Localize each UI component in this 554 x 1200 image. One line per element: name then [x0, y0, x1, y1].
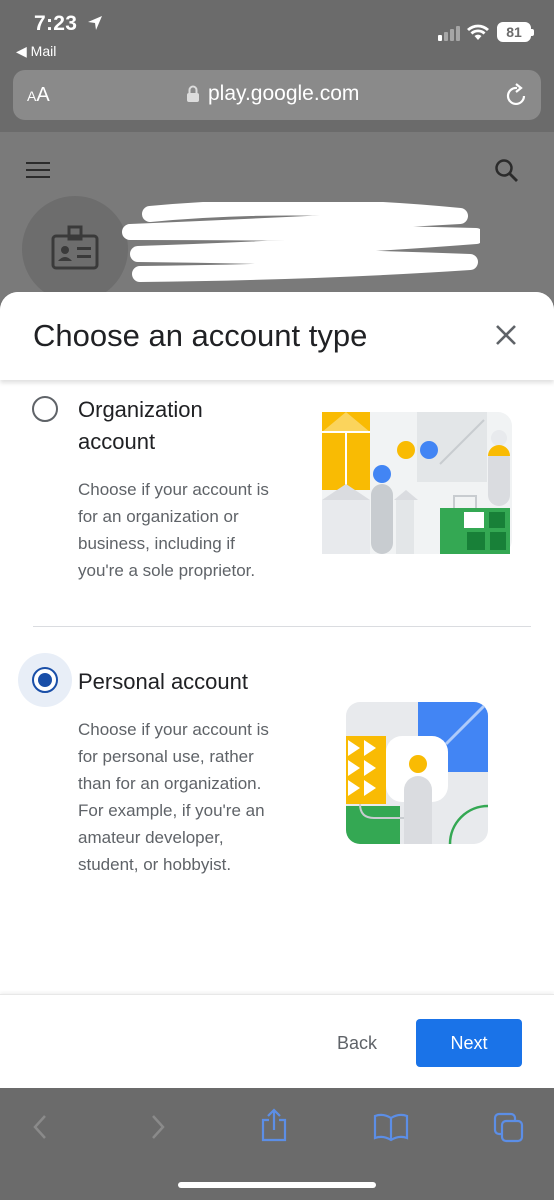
avatar: [22, 196, 128, 302]
signal-icon: [438, 26, 460, 41]
organization-title-line1: Organization: [78, 397, 203, 422]
personal-desc-line: student, or hobbyist.: [78, 855, 232, 874]
menu-icon[interactable]: [26, 162, 50, 183]
reload-icon[interactable]: [505, 82, 529, 108]
personal-radio[interactable]: [32, 667, 58, 693]
close-icon[interactable]: [493, 322, 519, 348]
share-icon[interactable]: [259, 1108, 289, 1142]
battery-icon: 81: [497, 22, 534, 42]
search-icon[interactable]: [494, 158, 520, 184]
personal-desc-line: amateur developer,: [78, 828, 224, 847]
sheet-footer: Back Next: [0, 994, 554, 1088]
organization-desc-line: you're a sole proprietor.: [78, 561, 256, 580]
back-button[interactable]: Back: [318, 1019, 396, 1067]
status-bar: 7:23 ◀ Mail 81: [0, 0, 554, 64]
back-to-app-link[interactable]: ◀ Mail: [16, 43, 56, 60]
url-display[interactable]: play.google.com: [186, 82, 359, 106]
organization-desc-line: business, including if: [78, 534, 235, 553]
url-text: play.google.com: [208, 82, 360, 105]
personal-account-option[interactable]: Personal account Choose if your account …: [0, 652, 554, 892]
text-size-button[interactable]: AA: [27, 84, 50, 107]
account-type-sheet: Choose an account type Organization acco…: [0, 292, 554, 1088]
text-size-small: A: [27, 88, 37, 104]
personal-illustration: [346, 702, 488, 844]
address-bar[interactable]: AA play.google.com: [13, 70, 541, 120]
page-background: [0, 132, 554, 302]
organization-description: Choose if your account is for an organiz…: [78, 476, 269, 584]
tabs-icon[interactable]: [493, 1112, 525, 1144]
sheet-header: Choose an account type: [0, 292, 554, 380]
organization-illustration: [322, 412, 512, 554]
location-arrow-icon: [88, 16, 102, 30]
status-time: 7:23: [34, 12, 78, 35]
redaction-scribble: [122, 202, 480, 282]
organization-account-option[interactable]: Organization account Choose if your acco…: [0, 390, 554, 626]
browser-address-area: AA play.google.com: [0, 64, 554, 132]
personal-desc-line: than for an organization.: [78, 774, 262, 793]
personal-desc-line: Choose if your account is: [78, 720, 269, 739]
next-button[interactable]: Next: [416, 1019, 522, 1067]
organization-title: Organization account: [78, 394, 203, 458]
options-divider: [33, 626, 531, 627]
personal-desc-line: for personal use, rather: [78, 747, 254, 766]
personal-desc-line: For example, if you're an: [78, 801, 265, 820]
browser-toolbar: [0, 1088, 554, 1200]
organization-desc-line: for an organization or: [78, 507, 239, 526]
back-app-label: Mail: [30, 43, 57, 59]
organization-desc-line: Choose if your account is: [78, 480, 269, 499]
lock-icon: [187, 85, 199, 102]
forward-nav-icon[interactable]: [148, 1112, 168, 1142]
text-size-large: A: [36, 84, 50, 106]
bookmarks-icon[interactable]: [373, 1112, 409, 1142]
badge-icon: [51, 225, 99, 270]
organization-radio[interactable]: [32, 396, 58, 422]
home-indicator: [178, 1182, 376, 1188]
organization-title-line2: account: [78, 429, 156, 454]
back-nav-icon[interactable]: [30, 1112, 50, 1142]
wifi-icon: [467, 24, 489, 40]
personal-title: Personal account: [78, 669, 248, 694]
sheet-title: Choose an account type: [33, 318, 368, 353]
personal-description: Choose if your account is for personal u…: [78, 716, 269, 878]
